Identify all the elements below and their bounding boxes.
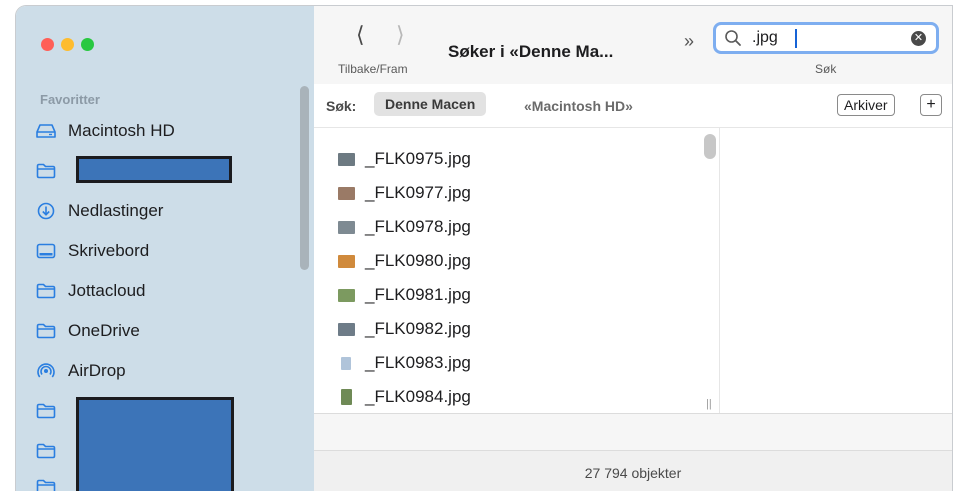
list-item[interactable]: _FLK0977.jpg bbox=[338, 176, 471, 210]
download-icon bbox=[36, 201, 56, 221]
sidebar-item-macintosh-hd[interactable]: Macintosh HD bbox=[36, 115, 306, 147]
sidebar: Favoritter Macintosh HD Nedlastinger Skr… bbox=[16, 6, 314, 491]
list-item[interactable]: _FLK0981.jpg bbox=[338, 278, 471, 312]
status-bar: 27 794 objekter bbox=[314, 450, 952, 491]
image-thumbnail-icon bbox=[338, 220, 355, 234]
add-criteria-button[interactable]: + bbox=[920, 94, 942, 116]
folder-icon bbox=[36, 281, 56, 301]
file-name: _FLK0984.jpg bbox=[365, 387, 471, 406]
redaction-block bbox=[76, 156, 232, 183]
image-thumbnail-icon bbox=[341, 389, 352, 405]
scope-macintosh-hd-button[interactable]: «Macintosh HD» bbox=[524, 98, 633, 114]
sidebar-item-label: Jottacloud bbox=[68, 281, 146, 300]
file-name: _FLK0981.jpg bbox=[365, 285, 471, 304]
file-name: _FLK0975.jpg bbox=[365, 149, 471, 168]
image-thumbnail-icon bbox=[338, 254, 355, 268]
list-item[interactable]: _FLK0982.jpg bbox=[338, 312, 471, 346]
sidebar-item-downloads[interactable]: Nedlastinger bbox=[36, 195, 306, 227]
list-item[interactable]: _FLK0984.jpg bbox=[338, 380, 471, 414]
airdrop-icon bbox=[36, 361, 56, 381]
search-field[interactable]: .jpg ✕ bbox=[713, 22, 939, 54]
redaction-block bbox=[76, 397, 234, 491]
folder-icon bbox=[36, 477, 56, 491]
search-icon bbox=[724, 29, 742, 52]
finder-window: Favoritter Macintosh HD Nedlastinger Skr… bbox=[16, 6, 952, 491]
folder-icon bbox=[36, 401, 56, 421]
text-caret bbox=[795, 29, 797, 48]
folder-icon bbox=[36, 441, 56, 461]
list-item[interactable]: _FLK0980.jpg bbox=[338, 244, 471, 278]
image-thumbnail-icon bbox=[338, 152, 355, 166]
nav-label: Tilbake/Fram bbox=[338, 62, 408, 76]
file-name: _FLK0982.jpg bbox=[365, 319, 471, 338]
image-thumbnail-icon bbox=[338, 288, 355, 302]
sidebar-item-label: Skrivebord bbox=[68, 241, 150, 260]
sidebar-item-desktop[interactable]: Skrivebord bbox=[36, 235, 306, 267]
main-pane: ⟨ ⟩ Tilbake/Fram Søker i «Denne Ma... » … bbox=[314, 6, 952, 491]
path-bar bbox=[314, 414, 952, 450]
sidebar-section-header: Favoritter bbox=[40, 92, 100, 107]
column-resize-handle[interactable]: || bbox=[706, 398, 712, 410]
preview-column bbox=[720, 128, 952, 413]
list-item[interactable]: _FLK0983.jpg bbox=[338, 346, 471, 380]
minimize-window-button[interactable] bbox=[61, 38, 74, 51]
search-scope-bar: Søk: Denne Macen «Macintosh HD» Arkiver … bbox=[314, 84, 952, 128]
file-name: _FLK0977.jpg bbox=[365, 183, 471, 202]
save-search-button[interactable]: Arkiver bbox=[837, 94, 895, 116]
toolbar: ⟨ ⟩ Tilbake/Fram Søker i «Denne Ma... » … bbox=[314, 6, 952, 85]
sidebar-item-label: Nedlastinger bbox=[68, 201, 164, 220]
list-item[interactable]: _FLK0975.jpg bbox=[338, 142, 471, 176]
search-input[interactable]: .jpg bbox=[752, 29, 778, 47]
search-label: Søk bbox=[815, 62, 837, 76]
scope-this-mac-button[interactable]: Denne Macen bbox=[374, 92, 487, 116]
forward-button[interactable]: ⟩ bbox=[396, 22, 405, 48]
image-thumbnail-icon bbox=[341, 356, 351, 370]
image-thumbnail-icon bbox=[338, 186, 355, 200]
sidebar-item-jottacloud[interactable]: Jottacloud bbox=[36, 275, 306, 307]
list-item[interactable]: _FLK0978.jpg bbox=[338, 210, 471, 244]
drive-icon bbox=[36, 121, 56, 141]
sidebar-item-label: AirDrop bbox=[68, 361, 126, 380]
item-count: 27 794 objekter bbox=[584, 465, 682, 481]
folder-icon bbox=[36, 321, 56, 341]
scope-label: Søk: bbox=[326, 98, 357, 114]
sidebar-item-onedrive[interactable]: OneDrive bbox=[36, 315, 306, 347]
sidebar-item-label: Macintosh HD bbox=[68, 121, 175, 140]
file-name: _FLK0983.jpg bbox=[365, 353, 471, 372]
file-name: _FLK0978.jpg bbox=[365, 217, 471, 236]
sidebar-item-label: OneDrive bbox=[68, 321, 140, 340]
image-thumbnail-icon bbox=[338, 322, 355, 336]
file-name: _FLK0980.jpg bbox=[365, 251, 471, 270]
folder-icon bbox=[36, 161, 56, 181]
sidebar-scrollbar[interactable] bbox=[300, 86, 309, 270]
zoom-window-button[interactable] bbox=[81, 38, 94, 51]
close-window-button[interactable] bbox=[41, 38, 54, 51]
back-button[interactable]: ⟨ bbox=[356, 22, 365, 48]
sidebar-item-airdrop[interactable]: AirDrop bbox=[36, 355, 306, 387]
toolbar-overflow-button[interactable]: » bbox=[684, 31, 694, 52]
file-list-scrollbar[interactable] bbox=[704, 134, 716, 159]
clear-search-icon[interactable]: ✕ bbox=[911, 31, 926, 46]
desktop-icon bbox=[36, 241, 56, 261]
file-list: _FLK0975.jpg _FLK0977.jpg _FLK0978.jpg _… bbox=[314, 128, 719, 413]
window-title: Søker i «Denne Ma... bbox=[448, 42, 614, 61]
